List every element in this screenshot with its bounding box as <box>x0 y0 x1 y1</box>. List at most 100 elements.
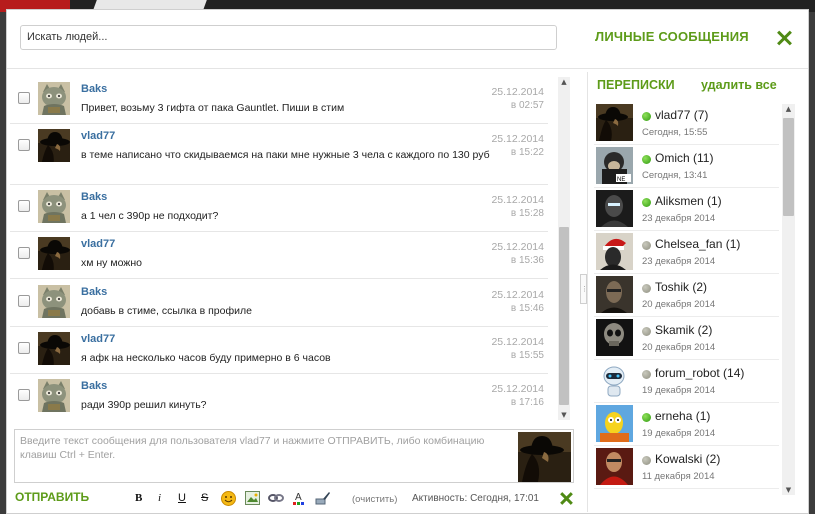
message-author[interactable]: Baks <box>81 83 107 95</box>
conversations-scrollbar[interactable]: ▲ ▼ <box>782 104 795 495</box>
message-text: я афк на несколько часов буду примерно в… <box>81 352 331 364</box>
scroll-up-arrow-icon[interactable]: ▲ <box>558 77 570 87</box>
conversation-name[interactable]: erneha (1) <box>655 409 710 423</box>
close-icon[interactable] <box>776 30 792 46</box>
message-time: в 17:16 <box>510 397 544 408</box>
conversation-item[interactable]: vlad77 (7) Сегодня, 15:55 <box>594 102 779 145</box>
simpsons-avatar-icon[interactable] <box>596 405 633 442</box>
panel-divider <box>587 72 588 512</box>
monkey-avatar-icon[interactable]: NE <box>596 147 633 184</box>
conversation-item[interactable]: NE Omich (11) Сегодня, 13:41 <box>594 145 779 188</box>
recipient-avatar-icon <box>518 432 571 482</box>
conversation-name[interactable]: Aliksmen (1) <box>655 194 722 208</box>
message-select-checkbox[interactable] <box>18 200 30 212</box>
robot-avatar-icon[interactable] <box>596 362 633 399</box>
brush-icon[interactable] <box>315 491 331 505</box>
scroll-thumb[interactable] <box>559 227 569 405</box>
message-select-checkbox[interactable] <box>18 295 30 307</box>
skull-avatar-icon[interactable] <box>596 319 633 356</box>
message-compose-box[interactable]: Введите текст сообщения для пользователя… <box>14 429 574 483</box>
message-text: добавь в стиме, ссылка в профиле <box>81 305 252 317</box>
conversation-item[interactable]: Toshik (2) 20 декабря 2014 <box>594 274 779 317</box>
message-author[interactable]: Baks <box>81 380 107 392</box>
conversation-name[interactable]: forum_robot (14) <box>655 366 744 380</box>
conversation-item[interactable]: Chelsea_fan (1) 23 декабря 2014 <box>594 231 779 274</box>
conversation-item[interactable]: erneha (1) 19 декабря 2014 <box>594 403 779 446</box>
message-select-checkbox[interactable] <box>18 92 30 104</box>
strikethrough-button[interactable]: S <box>201 492 208 506</box>
cat-avatar-icon[interactable] <box>38 190 70 223</box>
delete-all-link[interactable]: удалить все <box>701 78 777 92</box>
red-hero-avatar-icon[interactable] <box>596 448 633 485</box>
message-date: 25.12.2014 в 15:36 <box>491 241 544 267</box>
clear-link[interactable]: (очистить) <box>352 494 397 505</box>
image-icon[interactable] <box>245 491 260 505</box>
conv-scroll-thumb[interactable] <box>783 118 794 216</box>
send-button[interactable]: ОТПРАВИТЬ <box>15 490 89 504</box>
svg-text:A: A <box>295 492 302 503</box>
message-author[interactable]: vlad77 <box>81 333 115 345</box>
cat-avatar-icon[interactable] <box>38 82 70 115</box>
message-date-value: 25.12.2014 <box>491 383 544 395</box>
scroll-down-arrow-icon[interactable]: ▼ <box>558 410 570 420</box>
message-select-checkbox[interactable] <box>18 139 30 151</box>
message-author[interactable]: vlad77 <box>81 238 115 250</box>
conversation-date: 20 декабря 2014 <box>642 342 716 353</box>
bold-button[interactable]: B <box>135 492 142 506</box>
smiley-icon[interactable] <box>221 491 236 506</box>
message-time: в 15:28 <box>510 208 544 219</box>
armored-soldier-avatar-icon[interactable] <box>596 190 633 227</box>
conversation-name[interactable]: Omich (11) <box>655 151 713 165</box>
offline-status-icon <box>642 284 651 293</box>
hat-silhouette-avatar-icon[interactable] <box>38 237 70 270</box>
message-text: Привет, возьму 3 гифта от пака Gauntlet.… <box>81 102 345 114</box>
font-color-icon[interactable]: A <box>292 490 306 505</box>
panel-splitter-handle[interactable]: ⋮ <box>580 274 588 304</box>
underline-button[interactable]: U <box>178 492 186 506</box>
close-conversation-icon[interactable] <box>560 492 573 505</box>
conv-scroll-down-arrow-icon[interactable]: ▼ <box>782 485 795 495</box>
message-date-value: 25.12.2014 <box>491 194 544 206</box>
hat-silhouette-avatar-icon[interactable] <box>38 332 70 365</box>
compose-placeholder[interactable]: Введите текст сообщения для пользователя… <box>20 434 515 462</box>
online-status-icon <box>642 198 651 207</box>
conversation-item[interactable]: forum_robot (14) 19 декабря 2014 <box>594 360 779 403</box>
hat-silhouette-avatar-icon[interactable] <box>38 129 70 162</box>
conversation-item[interactable]: Skamik (2) 20 декабря 2014 <box>594 317 779 360</box>
conversation-item[interactable]: Kowalski (2) 11 декабря 2014 <box>594 446 779 489</box>
conv-scroll-up-arrow-icon[interactable]: ▲ <box>782 104 795 114</box>
santa-hat-avatar-icon[interactable] <box>596 233 633 270</box>
message-date: 25.12.2014 в 17:16 <box>491 383 544 409</box>
message-time: в 15:36 <box>510 255 544 266</box>
message-date: 25.12.2014 в 02:57 <box>491 86 544 112</box>
message-date-value: 25.12.2014 <box>491 241 544 253</box>
conversation-name[interactable]: Toshik (2) <box>655 280 707 294</box>
offline-status-icon <box>642 370 651 379</box>
dark-portrait-avatar-icon[interactable] <box>596 276 633 313</box>
cat-avatar-icon[interactable] <box>38 379 70 412</box>
message-author[interactable]: Baks <box>81 286 107 298</box>
conversation-name[interactable]: Chelsea_fan (1) <box>655 237 740 251</box>
conversation-name[interactable]: Skamik (2) <box>655 323 712 337</box>
conversation-item[interactable]: Aliksmen (1) 23 декабря 2014 <box>594 188 779 231</box>
conversations-list: vlad77 (7) Сегодня, 15:55 NE Omich (11) Сего… <box>594 102 779 498</box>
italic-button[interactable]: i <box>158 492 161 506</box>
conversations-title: ПЕРЕПИСКИ <box>597 78 675 92</box>
message-select-checkbox[interactable] <box>18 247 30 259</box>
header-divider <box>7 68 808 69</box>
message-author[interactable]: Baks <box>81 191 107 203</box>
message-author[interactable]: vlad77 <box>81 130 115 142</box>
message-time: в 15:55 <box>510 350 544 361</box>
hat-silhouette-avatar-icon[interactable] <box>596 104 633 141</box>
link-icon[interactable] <box>268 491 284 505</box>
conversation-name[interactable]: Kowalski (2) <box>655 452 720 466</box>
message-list-scrollbar[interactable]: ▲ ▼ <box>558 77 570 420</box>
offline-status-icon <box>642 456 651 465</box>
message-date-value: 25.12.2014 <box>491 133 544 145</box>
message-select-checkbox[interactable] <box>18 342 30 354</box>
people-search-input[interactable]: Искать людей... <box>20 25 557 50</box>
conversation-name[interactable]: vlad77 (7) <box>655 108 708 122</box>
message-text: а 1 чел с 390р не подходит? <box>81 210 219 222</box>
cat-avatar-icon[interactable] <box>38 285 70 318</box>
message-select-checkbox[interactable] <box>18 389 30 401</box>
